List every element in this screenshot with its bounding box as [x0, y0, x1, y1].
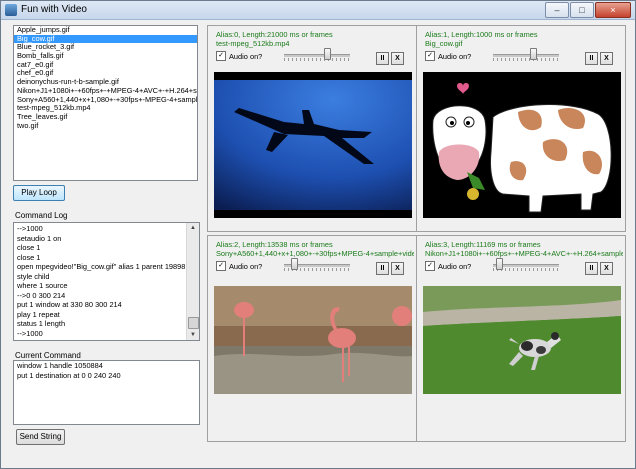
panel-info: Alias:3, Length:11169 ms or frames Nikon+…: [425, 240, 623, 258]
slider-knob[interactable]: [324, 48, 331, 60]
position-slider[interactable]: [493, 258, 559, 272]
slider-knob[interactable]: [291, 258, 298, 270]
position-slider[interactable]: [493, 48, 559, 62]
scroll-thumb[interactable]: [188, 317, 199, 329]
cow-cartoon-image: [423, 72, 621, 218]
video-panel-3: Alias:3, Length:11169 ms or frames Nikon+…: [416, 235, 626, 442]
position-slider[interactable]: [284, 48, 350, 62]
log-line: -->1000: [17, 224, 43, 233]
main-window: Fun with Video – □ × Apple_jumps.gif Big…: [0, 0, 636, 469]
log-line: close 1: [17, 243, 41, 252]
panel-info: Alias:1, Length:1000 ms or frames Big_cow…: [425, 30, 538, 48]
log-scrollbar[interactable]: ▲ ▼: [186, 223, 199, 340]
audio-checkbox[interactable]: ✓: [216, 261, 226, 271]
scroll-down-icon[interactable]: ▼: [187, 330, 199, 340]
pause-button[interactable]: II: [376, 262, 389, 275]
current-command-label: Current Command: [15, 351, 81, 360]
video-frame: [214, 286, 412, 394]
command-line: put 1 destination at 0 0 240 240: [17, 370, 121, 380]
video-frame: [423, 286, 621, 394]
send-string-button[interactable]: Send String: [16, 429, 65, 445]
panel-info: Alias:0, Length:21000 ms or frames test-m…: [216, 30, 333, 48]
audio-checkbox[interactable]: ✓: [216, 51, 226, 61]
log-line: play 1 repeat: [17, 309, 60, 319]
pause-button[interactable]: II: [585, 262, 598, 275]
flamingo-video-image: [214, 286, 412, 394]
file-list-item[interactable]: Tree_leaves.gif: [14, 112, 197, 122]
log-line: style child: [17, 271, 50, 281]
stop-button[interactable]: X: [600, 262, 613, 275]
app-icon: [5, 4, 17, 16]
log-line: where 1 source: [17, 281, 68, 290]
log-line: -->0 0 300 214: [17, 290, 66, 300]
log-line: -->1000: [17, 328, 43, 338]
position-slider[interactable]: [284, 258, 350, 272]
pause-button[interactable]: II: [376, 52, 389, 65]
current-command-input[interactable]: window 1 handle 1050884 put 1 destinatio…: [13, 360, 200, 425]
stop-button[interactable]: X: [600, 52, 613, 65]
audio-checkbox[interactable]: ✓: [425, 51, 435, 61]
video-panel-2: Alias:2, Length:13538 ms or frames Sony+A…: [207, 235, 417, 442]
file-list[interactable]: Apple_jumps.gif Big_cow.gif Blue_rocket_…: [13, 25, 198, 181]
log-line: close 1: [17, 252, 41, 262]
file-list-item[interactable]: two.gif: [14, 121, 197, 131]
slider-knob[interactable]: [496, 258, 503, 270]
scroll-up-icon[interactable]: ▲: [187, 223, 199, 233]
log-line: status 1 length: [17, 319, 66, 328]
audio-checkbox[interactable]: ✓: [425, 261, 435, 271]
video-panel-1: Alias:1, Length:1000 ms or frames Big_cow…: [416, 25, 626, 232]
video-frame: [423, 72, 621, 218]
pause-button[interactable]: II: [585, 52, 598, 65]
audio-toggle[interactable]: ✓ Audio on?: [216, 261, 262, 271]
stop-button[interactable]: X: [391, 262, 404, 275]
dog-running-video-image: [423, 286, 621, 394]
title-bar[interactable]: Fun with Video – □ ×: [1, 1, 635, 20]
video-panel-0: Alias:0, Length:21000 ms or frames test-m…: [207, 25, 417, 232]
command-log-label: Command Log: [15, 211, 68, 220]
minimize-button[interactable]: –: [545, 2, 569, 18]
video-frame: [214, 72, 412, 218]
play-loop-button[interactable]: Play Loop: [13, 185, 65, 201]
command-line: window 1 handle 1050884: [17, 361, 103, 370]
audio-toggle[interactable]: ✓ Audio on?: [216, 51, 262, 61]
audio-toggle[interactable]: ✓ Audio on?: [425, 51, 471, 61]
command-log[interactable]: -->1000 setaudio 1 on close 1 close 1 op…: [13, 222, 200, 341]
airplane-video-image: [214, 72, 412, 218]
log-line: setaudio 1 on: [17, 233, 62, 243]
close-button[interactable]: ×: [595, 2, 631, 18]
window-title: Fun with Video: [21, 4, 87, 15]
audio-toggle[interactable]: ✓ Audio on?: [425, 261, 471, 271]
stop-button[interactable]: X: [391, 52, 404, 65]
slider-knob[interactable]: [530, 48, 537, 60]
log-line: put 1 window at 330 80 300 214: [17, 300, 122, 309]
panel-info: Alias:2, Length:13538 ms or frames Sony+A…: [216, 240, 414, 258]
maximize-button[interactable]: □: [570, 2, 594, 18]
log-line: open mpegvideo!"Big_cow.gif" alias 1 par…: [17, 262, 185, 271]
